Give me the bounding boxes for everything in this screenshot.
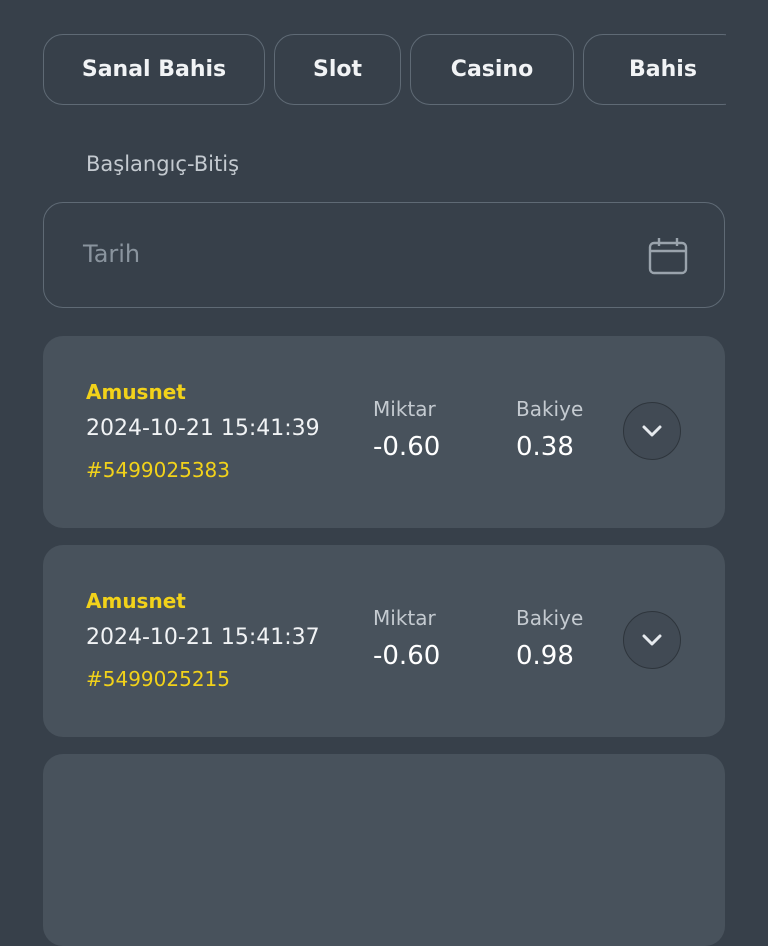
tab-sanal-bahis[interactable]: Sanal Bahis (43, 34, 265, 105)
transaction-id: #5499025383 (86, 458, 231, 482)
transaction-datetime: 2024-10-21 15:41:37 (86, 625, 320, 650)
balance-label: Bakiye (516, 397, 584, 421)
transaction-card: Amusnet 2024-10-21 15:41:37 #5499025215 … (43, 545, 725, 737)
tab-slot[interactable]: Slot (274, 34, 401, 105)
amount-value: -0.60 (373, 432, 441, 462)
chevron-down-icon (642, 634, 662, 646)
tab-casino[interactable]: Casino (410, 34, 574, 105)
balance-value: 0.38 (516, 432, 574, 462)
provider-name: Amusnet (86, 589, 186, 613)
transaction-card (43, 754, 725, 946)
expand-button[interactable] (623, 611, 681, 669)
transaction-id: #5499025215 (86, 667, 231, 691)
amount-value: -0.60 (373, 641, 441, 671)
date-range-label: Başlangıç-Bitiş (86, 152, 240, 176)
amount-label: Miktar (373, 606, 436, 630)
category-tabs: Sanal Bahis Slot Casino Bahis (43, 34, 726, 107)
transaction-datetime: 2024-10-21 15:41:39 (86, 416, 320, 441)
provider-name: Amusnet (86, 380, 186, 404)
expand-button[interactable] (623, 402, 681, 460)
calendar-icon[interactable] (648, 237, 688, 275)
date-placeholder: Tarih (83, 240, 141, 268)
date-input[interactable]: Tarih (43, 202, 725, 308)
balance-label: Bakiye (516, 606, 584, 630)
amount-label: Miktar (373, 397, 436, 421)
balance-value: 0.98 (516, 641, 574, 671)
chevron-down-icon (642, 425, 662, 437)
tab-bahis[interactable]: Bahis (583, 34, 726, 105)
transaction-card: Amusnet 2024-10-21 15:41:39 #5499025383 … (43, 336, 725, 528)
